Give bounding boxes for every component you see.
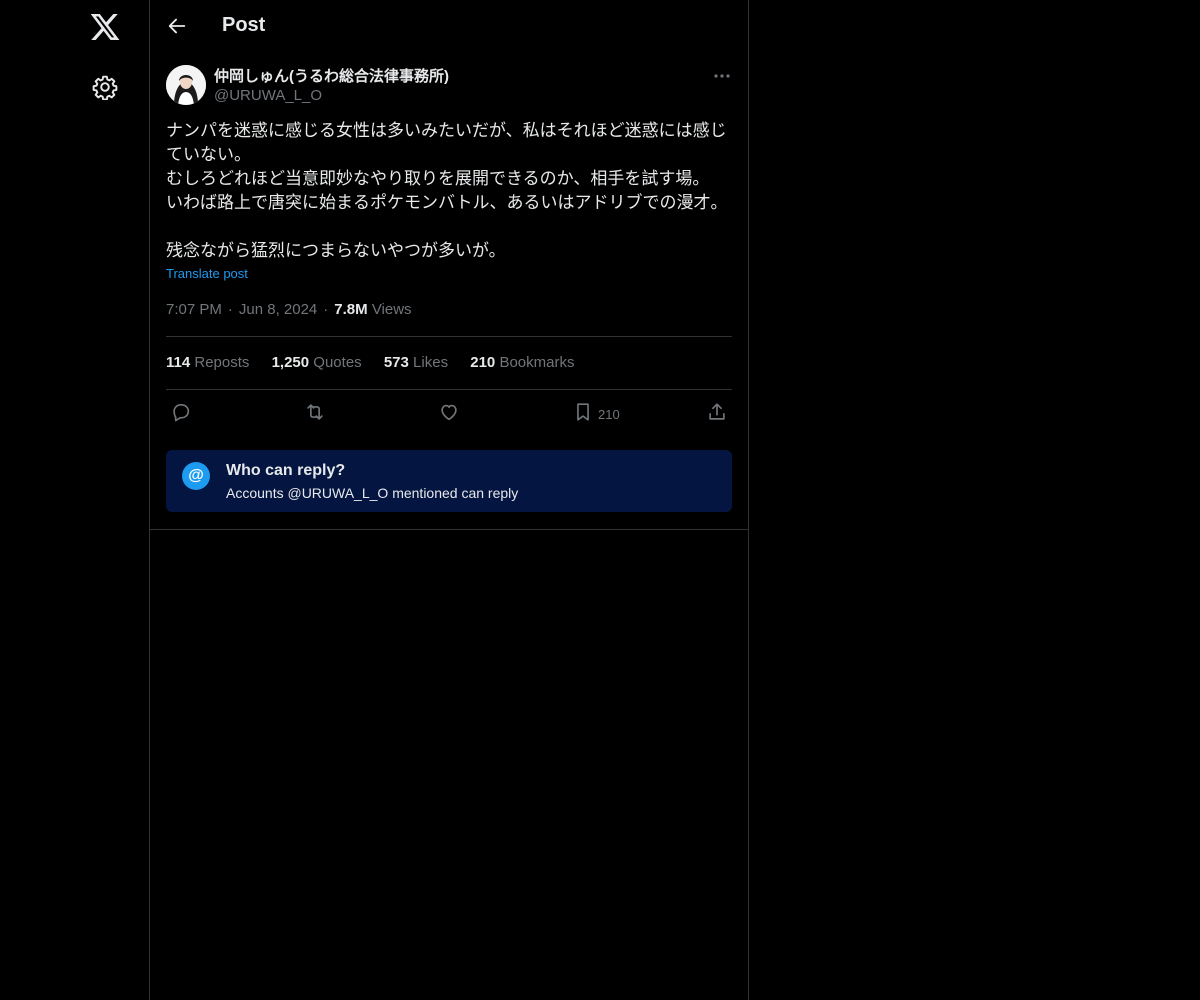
bookmarks-stat[interactable]: 210 Bookmarks bbox=[470, 354, 574, 371]
post-date[interactable]: Jun 8, 2024 bbox=[239, 301, 317, 318]
post-text-line: 残念ながら猛烈につまらないやつが多いが。 bbox=[166, 241, 506, 260]
divider bbox=[150, 529, 748, 530]
quotes-stat[interactable]: 1,250 Quotes bbox=[272, 354, 362, 371]
share-button[interactable] bbox=[706, 400, 728, 428]
post-text-line bbox=[166, 215, 732, 239]
bookmark-count: 210 bbox=[598, 406, 620, 422]
meta-separator: · bbox=[227, 301, 233, 318]
views-label: Views bbox=[371, 301, 412, 318]
avatar[interactable] bbox=[166, 65, 206, 105]
repost-icon bbox=[304, 401, 326, 428]
likes-stat[interactable]: 573 Likes bbox=[384, 354, 448, 371]
page-title: Post bbox=[222, 14, 266, 36]
post-text-line: ていない。 bbox=[166, 145, 251, 164]
reply-restriction-subtitle: Accounts @URUWA_L_O mentioned can reply bbox=[226, 485, 519, 501]
post-time[interactable]: 7:07 PM bbox=[166, 301, 222, 318]
bookmark-icon bbox=[572, 401, 594, 428]
bookmarks-count: 210 bbox=[470, 354, 496, 371]
author-name[interactable]: 仲岡しゅん(うるわ総合法律事務所) bbox=[214, 65, 449, 86]
quotes-label: Quotes bbox=[313, 354, 362, 371]
reply-restriction-title: Who can reply? bbox=[226, 462, 346, 479]
bookmark-button[interactable]: 210 bbox=[572, 400, 620, 428]
author-handle[interactable]: @URUWA_L_O bbox=[214, 87, 322, 104]
views-count: 7.8M bbox=[334, 301, 368, 318]
divider bbox=[166, 389, 732, 390]
action-bar: 210 bbox=[166, 400, 732, 428]
post-text-line: むしろどれほど当意即妙なやり取りを展開できるのか、相手を試す場。 bbox=[166, 169, 710, 188]
divider bbox=[166, 336, 732, 337]
more-options-icon[interactable] bbox=[710, 64, 734, 88]
main-column: Post 仲岡しゅん(うるわ総合法律事務所) @URUWA_L_O ナンパを迷惑… bbox=[149, 0, 749, 1000]
reposts-stat[interactable]: 114 Reposts bbox=[166, 354, 249, 371]
gear-icon[interactable] bbox=[92, 74, 118, 101]
arrow-left-icon[interactable] bbox=[166, 15, 188, 37]
x-logo-icon[interactable] bbox=[89, 11, 121, 43]
page-header: Post bbox=[150, 0, 748, 54]
reply-icon bbox=[170, 401, 192, 428]
post-text-line: ナンパを迷惑に感じる女性は多いみたいだが、私はそれほど迷惑には感じ bbox=[166, 121, 727, 140]
repost-button[interactable] bbox=[304, 400, 326, 428]
left-nav bbox=[0, 0, 150, 1000]
reposts-label: Reposts bbox=[194, 354, 250, 371]
like-button[interactable] bbox=[438, 400, 460, 428]
meta-separator: · bbox=[323, 301, 329, 318]
heart-icon bbox=[438, 401, 460, 428]
likes-label: Likes bbox=[413, 354, 449, 371]
post-meta: 7:07 PM · Jun 8, 2024 · 7.8M Views bbox=[166, 301, 412, 318]
post-text-line: いわば路上で唐突に始まるポケモンバトル、あるいはアドリブでの漫才。 bbox=[166, 193, 728, 212]
mention-icon: @ bbox=[182, 462, 210, 490]
translate-post-link[interactable]: Translate post bbox=[166, 266, 248, 281]
bookmarks-label: Bookmarks bbox=[499, 354, 575, 371]
share-icon bbox=[706, 401, 728, 428]
reply-restriction-notice: @ Who can reply? Accounts @URUWA_L_O men… bbox=[166, 450, 732, 512]
post-text: ナンパを迷惑に感じる女性は多いみたいだが、私はそれほど迷惑には感じ ていない。 … bbox=[166, 119, 732, 263]
reply-button[interactable] bbox=[170, 400, 192, 428]
post-stats: 114 Reposts 1,250 Quotes 573 Likes 210 B… bbox=[166, 354, 592, 371]
likes-count: 573 bbox=[383, 354, 409, 371]
quotes-count: 1,250 bbox=[271, 354, 310, 371]
reposts-count: 114 bbox=[166, 354, 191, 371]
